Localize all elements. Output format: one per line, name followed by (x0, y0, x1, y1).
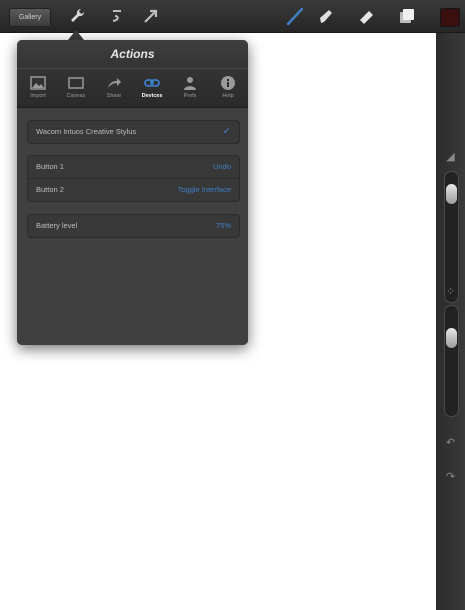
actions-wrench-icon[interactable] (67, 6, 87, 26)
brush-size-slider[interactable] (444, 171, 459, 303)
tab-label: Help (222, 93, 234, 99)
undo-icon[interactable]: ↶ (443, 436, 458, 451)
tab-share[interactable]: Share (95, 69, 133, 107)
tab-label: Import (30, 93, 46, 99)
panel-title: Actions (17, 40, 248, 68)
share-arrow-icon (108, 78, 121, 88)
redo-icon[interactable]: ↷ (443, 470, 458, 485)
adjustments-icon[interactable] (107, 6, 127, 26)
tab-label: Canvas (66, 93, 86, 99)
button-2-value[interactable]: Toggle Interface (178, 179, 231, 201)
right-sidebar: ◢ ⁘ ↶ ↷ (436, 33, 465, 610)
button-1-label: Button 1 (36, 162, 64, 171)
tab-label: Share (106, 93, 122, 99)
battery-value: 75% (215, 221, 231, 230)
color-swatch[interactable] (440, 8, 460, 27)
opacity-slider[interactable] (444, 305, 459, 417)
stylus-row[interactable]: Wacom Intuos Creative Stylus ✓ (28, 121, 239, 143)
tab-label: Devices (141, 93, 163, 99)
gallery-button[interactable]: Gallery (9, 8, 51, 27)
brush-icon[interactable] (285, 6, 305, 26)
layers-icon[interactable] (397, 6, 417, 26)
battery-row: Battery level 75% (28, 215, 239, 237)
brush-size-icon: ◢ (446, 151, 455, 163)
actions-panel: Actions Import Canvas Share Devices Pref… (17, 40, 248, 345)
tab-label: Prefs (183, 93, 197, 99)
eraser-icon[interactable] (357, 6, 377, 26)
opacity-square-icon: ⁘ (445, 286, 456, 298)
battery-group: Battery level 75% (27, 214, 240, 238)
devices-settings: Wacom Intuos Creative Stylus ✓ Button 1 … (17, 108, 248, 345)
tab-devices[interactable]: Devices (133, 69, 171, 107)
stylus-name: Wacom Intuos Creative Stylus (36, 127, 137, 136)
actions-tabs: Import Canvas Share Devices Prefs Help (17, 68, 248, 108)
smudge-icon[interactable] (317, 6, 337, 26)
button-mapping-group: Button 1 Undo Button 2 Toggle Interface (27, 155, 240, 202)
button-2-row[interactable]: Button 2 Toggle Interface (28, 179, 239, 201)
transform-arrow-icon[interactable] (141, 6, 161, 26)
info-icon (221, 76, 235, 90)
tab-help[interactable]: Help (209, 69, 247, 107)
checkmark-icon: ✓ (222, 126, 231, 137)
image-icon (30, 76, 46, 90)
canvas-icon (68, 77, 84, 89)
brush-size-knob[interactable] (446, 184, 457, 204)
button-2-label: Button 2 (36, 185, 64, 194)
tab-prefs[interactable]: Prefs (171, 69, 209, 107)
button-1-row[interactable]: Button 1 Undo (28, 156, 239, 179)
person-icon (184, 77, 196, 90)
button-1-value[interactable]: Undo (213, 156, 231, 178)
popover-arrow (68, 30, 84, 40)
tab-canvas[interactable]: Canvas (57, 69, 95, 107)
stylus-group: Wacom Intuos Creative Stylus ✓ (27, 120, 240, 144)
devices-link-icon (144, 79, 160, 87)
top-toolbar: Gallery (0, 0, 465, 33)
tab-import[interactable]: Import (19, 69, 57, 107)
battery-label: Battery level (36, 221, 78, 230)
opacity-knob[interactable] (446, 328, 457, 348)
